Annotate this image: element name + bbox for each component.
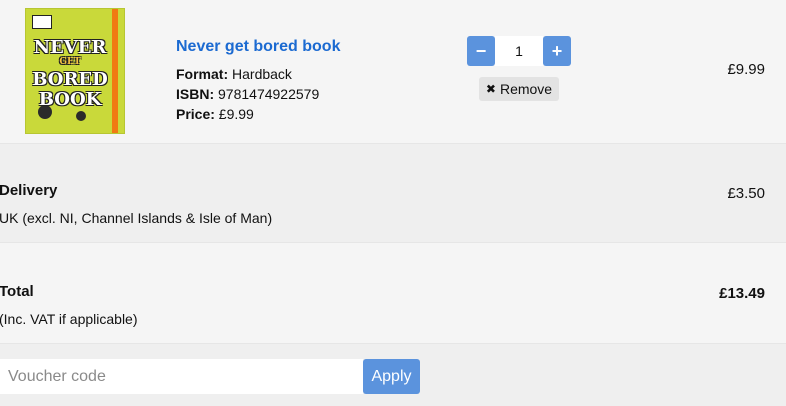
delivery-label: Delivery (0, 182, 58, 199)
total-amount: £13.49 (719, 285, 765, 302)
isbn-label: ISBN: (176, 86, 215, 102)
total-label: Total (0, 283, 34, 300)
price-value: £9.99 (214, 106, 254, 122)
quantity-stepper: − 1 + (467, 36, 571, 66)
product-title-link[interactable]: Never get bored book (176, 38, 340, 56)
voucher-code-input[interactable] (0, 359, 363, 394)
close-icon: ✖ (485, 82, 496, 96)
cover-word: NEVER (33, 37, 107, 58)
voucher-row: Apply (0, 344, 786, 406)
cover-word: BOOK (38, 89, 102, 110)
product-format: Format: Hardback (176, 66, 292, 82)
delivery-row: Delivery UK (excl. NI, Channel Islands &… (0, 144, 786, 243)
increase-quantity-button[interactable]: + (543, 36, 571, 66)
format-label: Format: (176, 66, 229, 82)
isbn-value: 9781474922579 (214, 86, 320, 102)
delivery-price: £3.50 (727, 185, 765, 202)
remove-button[interactable]: ✖ Remove (479, 77, 559, 101)
quantity-field[interactable]: 1 (495, 36, 543, 66)
format-value: Hardback (228, 66, 292, 82)
cover-tag (32, 15, 52, 29)
product-price: Price: £9.99 (176, 106, 254, 122)
apply-voucher-button[interactable]: Apply (363, 359, 420, 394)
product-isbn: ISBN: 9781474922579 (176, 86, 319, 102)
item-line-total: £9.99 (727, 61, 765, 78)
cover-doodle (76, 111, 86, 121)
basket-item-row: NEVER GET BORED BOOK Never get bored boo… (0, 0, 786, 144)
price-label: Price: (176, 106, 215, 122)
remove-label: Remove (499, 81, 553, 97)
total-row: Total (Inc. VAT if applicable) £13.49 (0, 243, 786, 344)
vat-note: (Inc. VAT if applicable) (0, 311, 138, 327)
decrease-quantity-button[interactable]: − (467, 36, 495, 66)
book-cover-image[interactable]: NEVER GET BORED BOOK (25, 8, 125, 134)
cover-word: BORED (32, 69, 108, 90)
delivery-detail: UK (excl. NI, Channel Islands & Isle of … (0, 210, 273, 226)
cover-word: GET (59, 57, 81, 67)
